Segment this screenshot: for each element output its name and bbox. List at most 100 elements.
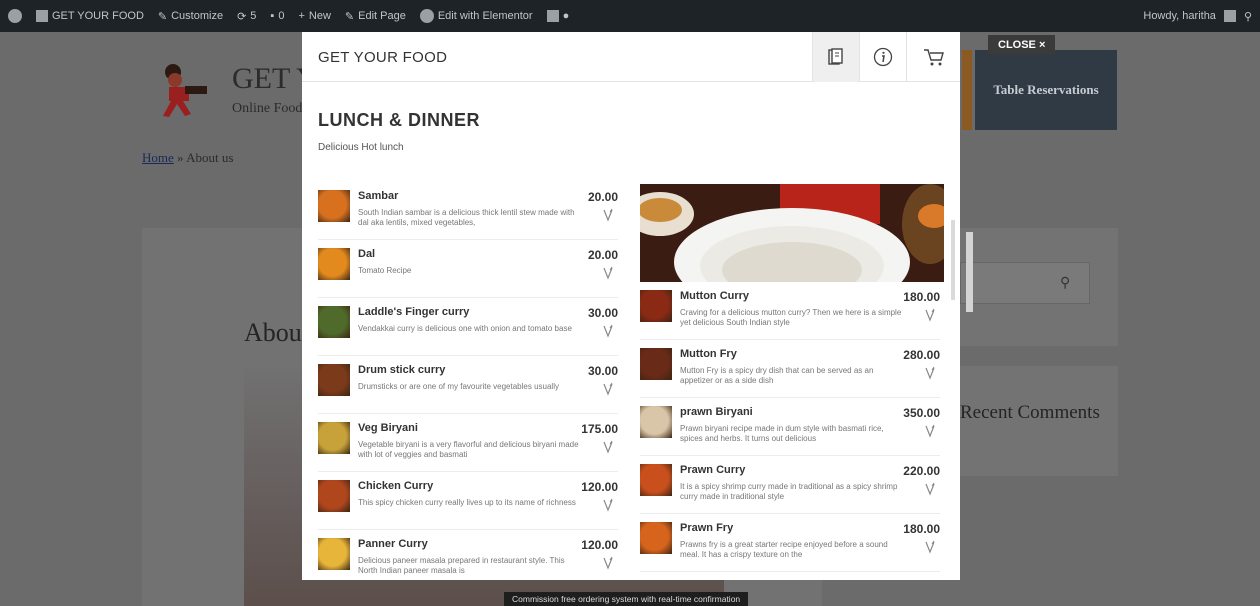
admin-extra-link[interactable]: ● <box>546 10 570 22</box>
veg-leaf-icon <box>603 556 613 570</box>
search-input[interactable] <box>960 262 1090 304</box>
item-name: Veg Biryani <box>358 422 418 434</box>
avatar[interactable] <box>1223 10 1236 22</box>
site-tagline: Online Food <box>232 101 302 116</box>
item-name: Drum stick curry <box>358 364 446 376</box>
section-subtitle: Delicious Hot lunch <box>318 142 404 153</box>
item-description: Prawn biryani recipe made in dum style w… <box>680 424 884 443</box>
breadcrumb-home-link[interactable]: Home <box>142 150 174 165</box>
menu-book-icon <box>828 48 843 65</box>
veg-leaf-icon <box>603 324 613 338</box>
item-price: 120.00 <box>581 538 618 552</box>
item-price: 180.00 <box>903 522 940 536</box>
breadcrumb-current: About us <box>186 150 234 165</box>
food-thumbnail <box>318 422 350 454</box>
item-description: This spicy chicken curry really lives up… <box>358 498 576 507</box>
item-price: 30.00 <box>587 306 618 320</box>
food-thumbnail <box>640 406 672 438</box>
elementor-icon <box>419 9 434 23</box>
veg-leaf-icon <box>603 498 613 512</box>
food-thumbnail <box>318 538 350 570</box>
food-thumbnail <box>318 364 350 396</box>
item-price: 20.00 <box>587 248 618 262</box>
site-title[interactable]: GET YOUR FOOD <box>232 62 302 96</box>
menu-item[interactable]: Drum stick curry Drumsticks or are one of… <box>318 356 618 414</box>
food-thumbnail <box>640 290 672 322</box>
item-name: Dal <box>358 248 376 260</box>
modal-scrollbar[interactable] <box>951 220 955 300</box>
accent-strip <box>962 50 972 130</box>
item-name: prawn Biryani <box>680 406 753 418</box>
item-description: Craving for a delicious mutton curry? Th… <box>680 308 902 327</box>
updates-icon: ⟳ <box>237 10 247 23</box>
menu-item[interactable]: Laddle's Finger curry Vendakkai curry is … <box>318 298 618 356</box>
menu-item[interactable]: Mutton Curry Craving for a delicious mutt… <box>640 282 940 340</box>
cart-tab-button[interactable] <box>906 32 960 82</box>
veg-leaf-icon <box>925 540 935 554</box>
admin-new-link[interactable]: + New <box>298 10 330 22</box>
menu-item[interactable]: prawn Biryani Prawn biryani recipe made i… <box>640 398 940 456</box>
search-icon[interactable]: ⚲ <box>1060 274 1070 291</box>
info-icon <box>873 47 893 67</box>
menu-item[interactable]: Sambar South Indian sambar is a delicious… <box>318 182 618 240</box>
home-icon <box>36 10 48 22</box>
comments-title: Recent Comments <box>960 402 1100 423</box>
menu-item[interactable]: Chicken Curry This spicy chicken curry re… <box>318 472 618 530</box>
item-name: Prawn Fry <box>680 522 734 534</box>
modal-brand: GET YOUR FOOD <box>318 49 448 66</box>
menu-item[interactable]: Dal Tomato Recipe 20.00 <box>318 240 618 298</box>
item-description: Vendakkai curry is delicious one with on… <box>358 324 572 333</box>
status-toast: Commission free ordering system with rea… <box>504 592 749 606</box>
veg-leaf-icon <box>925 424 935 438</box>
menu-item[interactable]: Mutton Fry Mutton Fry is a spicy dry dish… <box>640 340 940 398</box>
menu-item[interactable]: Panner Curry Delicious paneer masala prep… <box>318 530 618 580</box>
admin-comments-link[interactable]: ▪ 0 <box>270 10 284 22</box>
admin-search-icon[interactable]: ⚲ <box>1244 10 1252 23</box>
breadcrumb: Home » About us <box>142 150 233 166</box>
item-description: Delicious paneer masala prepared in rest… <box>358 556 565 575</box>
menu-item[interactable]: Prawn Curry It is a spicy shrimp curry ma… <box>640 456 940 514</box>
item-price: 280.00 <box>903 348 940 362</box>
veg-leaf-icon <box>925 482 935 496</box>
page-scrollbar[interactable] <box>966 232 973 312</box>
veg-leaf-icon <box>925 366 935 380</box>
item-description: Vegetable biryani is a very flavorful an… <box>358 440 579 459</box>
table-reservations-button[interactable]: Table Reservations <box>975 50 1117 130</box>
veg-leaf-icon <box>603 266 613 280</box>
item-description: Tomato Recipe <box>358 266 412 275</box>
item-description: South Indian sambar is a delicious thick… <box>358 208 575 227</box>
item-name: Prawn Curry <box>680 464 746 476</box>
menu-modal: GET YOUR FOOD LUNCH & DINNER Delicious H… <box>302 32 960 580</box>
pencil-icon: ✎ <box>344 10 355 23</box>
food-thumbnail <box>318 190 350 222</box>
admin-edit-page-link[interactable]: ✎ Edit Page <box>345 10 406 23</box>
wordpress-logo-icon[interactable] <box>8 9 22 23</box>
item-name: Laddle's Finger curry <box>358 306 470 318</box>
veg-leaf-icon <box>603 440 613 454</box>
food-thumbnail <box>640 348 672 380</box>
info-tab-button[interactable] <box>859 32 906 82</box>
admin-howdy[interactable]: Howdy, haritha <box>1143 10 1216 22</box>
item-price: 20.00 <box>587 190 618 204</box>
admin-site-link[interactable]: GET YOUR FOOD <box>36 10 144 22</box>
page-title: About us <box>244 318 304 347</box>
menu-item[interactable]: Prawn Fry Prawns fry is a great starter r… <box>640 514 940 572</box>
menu-tab-button[interactable] <box>812 32 859 82</box>
close-button[interactable]: CLOSE × <box>988 35 1056 55</box>
comment-icon: ▪ <box>270 10 275 22</box>
food-thumbnail <box>318 306 350 338</box>
admin-elementor-link[interactable]: Edit with Elementor <box>419 9 533 23</box>
menu-item[interactable]: Veg Biryani Vegetable biryani is a very f… <box>318 414 618 472</box>
food-thumbnail <box>318 480 350 512</box>
admin-updates-link[interactable]: ⟳ 5 <box>237 10 256 23</box>
item-name: Sambar <box>358 190 399 202</box>
breadcrumb-separator: » <box>177 150 184 165</box>
food-thumbnail <box>318 248 350 280</box>
plus-icon: + <box>298 10 305 22</box>
item-description: Drumsticks or are one of my favourite ve… <box>358 382 559 391</box>
admin-customize-link[interactable]: ✎ Customize <box>158 10 223 23</box>
item-name: Panner Curry <box>358 538 428 550</box>
item-price: 350.00 <box>903 406 940 420</box>
dot-icon: ● <box>562 10 570 22</box>
food-thumbnail <box>640 522 672 554</box>
